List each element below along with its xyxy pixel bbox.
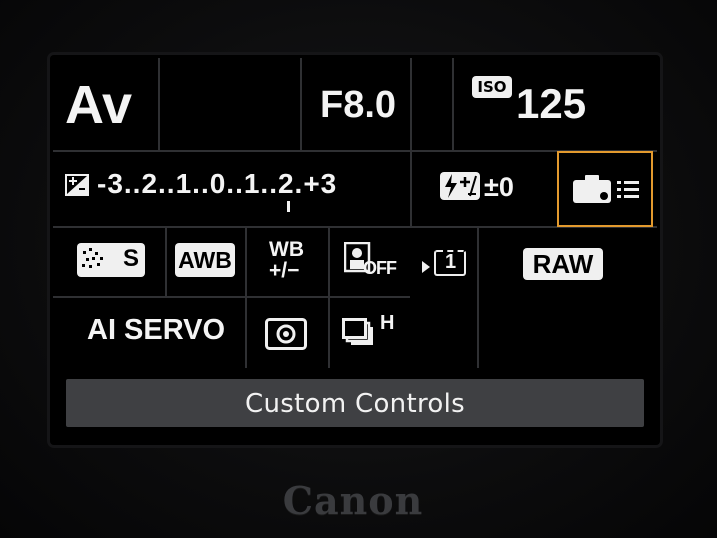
flash-compensation-value: ±0: [484, 172, 514, 202]
exposure-compensation-cell[interactable]: -3..2..1..0..1..2.+3: [55, 152, 409, 225]
flash-exposure-comp-icon: [440, 172, 480, 204]
image-quality-cell[interactable]: RAW: [479, 228, 654, 368]
picture-style-label: S: [122, 245, 139, 272]
drive-info-cell[interactable]: 1: [412, 228, 476, 295]
camera-menu-icon: [573, 173, 643, 209]
drive-mode-cell[interactable]: H: [330, 298, 410, 368]
shooting-mode-cell[interactable]: Av: [55, 60, 157, 148]
auto-lighting-label: OFF: [363, 258, 397, 278]
image-quality-label: RAW: [523, 248, 603, 280]
iso-label: ISO: [472, 76, 512, 98]
white-balance-cell[interactable]: AWB: [167, 228, 244, 295]
af-mode-label: AI SERVO: [87, 314, 226, 346]
picture-style-icon: S: [77, 243, 145, 277]
picture-style-cell[interactable]: S: [55, 228, 164, 295]
exposure-level-marker: [287, 201, 290, 212]
aperture-value: F8.0: [320, 84, 397, 126]
drive-info-box: 1: [434, 250, 466, 276]
camera-menu-button[interactable]: [557, 151, 653, 227]
exposure-scale: -3..2..1..0..1..2.+3: [97, 168, 338, 199]
auto-lighting-cell[interactable]: OFF: [330, 228, 410, 295]
brand-logo: Canon: [282, 478, 424, 523]
iso-value: 125: [516, 80, 587, 127]
flash-compensation-cell[interactable]: ±0: [412, 152, 555, 225]
custom-controls-button[interactable]: Custom Controls: [66, 379, 644, 427]
aperture-cell[interactable]: F8.0: [302, 60, 409, 148]
drive-mode-label: H: [380, 312, 395, 334]
divider: [158, 58, 160, 150]
white-balance-label: AWB: [175, 243, 235, 277]
custom-controls-label: Custom Controls: [245, 389, 465, 419]
shooting-mode-label: Av: [65, 75, 133, 135]
iso-cell[interactable]: ISO 125: [454, 60, 654, 148]
wb-shift-cell[interactable]: WB +/−: [247, 228, 327, 295]
plus-minus-box-icon: [65, 174, 89, 200]
metering-mode-cell[interactable]: [247, 298, 327, 368]
continuous-shooting-icon: [342, 318, 376, 352]
wb-shift-line2: +/−: [269, 259, 300, 282]
evaluative-metering-icon: [265, 318, 307, 354]
play-arrow-icon: [422, 258, 430, 277]
drive-info-label: 1: [445, 251, 457, 273]
af-mode-cell[interactable]: AI SERVO: [55, 298, 244, 368]
